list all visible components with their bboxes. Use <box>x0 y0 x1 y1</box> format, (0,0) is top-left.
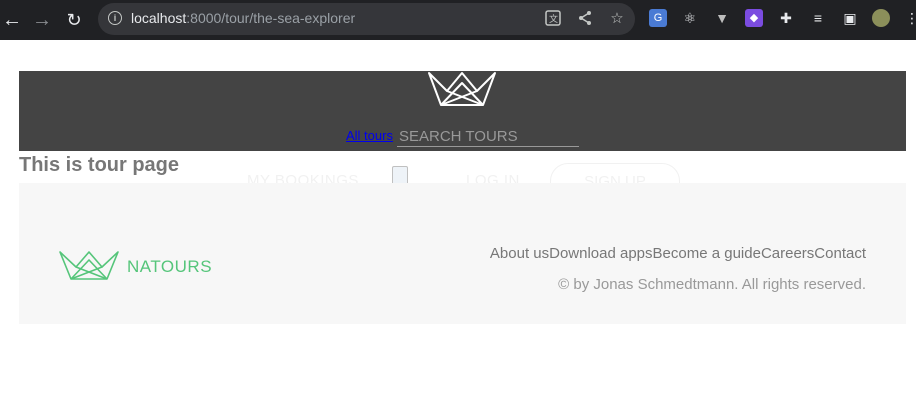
profile-avatar-icon[interactable] <box>872 9 890 27</box>
footer-link-about-us[interactable]: About us <box>490 245 549 262</box>
footer-brand: NATOURS <box>127 257 213 276</box>
copyright-text: © by Jonas Schmedtmann. All rights reser… <box>558 276 866 293</box>
sidebar-icon[interactable]: ▣ <box>841 9 859 27</box>
translate-icon[interactable]: 文 <box>544 10 562 28</box>
reload-icon[interactable]: ↻ <box>62 8 86 32</box>
natours-logo-icon[interactable] <box>427 71 497 107</box>
site-footer: NATOURS About us Download apps Become a … <box>19 183 906 324</box>
footer-nav: About us Download apps Become a guide Ca… <box>490 245 866 262</box>
footer-link-contact[interactable]: Contact <box>814 245 866 262</box>
natours-footer-logo-icon[interactable] <box>59 250 119 281</box>
search-tours-input[interactable] <box>397 126 579 147</box>
footer-link-download-apps[interactable]: Download apps <box>549 245 652 262</box>
browser-toolbar: ← → ↻ i localhost:8000/tour/the-sea-expl… <box>0 0 916 40</box>
share-icon[interactable] <box>576 10 594 28</box>
puzzle-icon[interactable]: ✚ <box>777 9 795 27</box>
site-header: All tours <box>19 71 906 151</box>
star-icon[interactable]: ☆ <box>608 10 626 28</box>
google-translate-icon[interactable]: G <box>649 9 667 27</box>
address-bar[interactable]: i localhost:8000/tour/the-sea-explorer 文… <box>98 3 635 35</box>
back-icon[interactable]: ← <box>0 8 24 32</box>
menu-icon[interactable]: ⋮ <box>905 9 916 27</box>
info-icon[interactable]: i <box>108 11 122 25</box>
all-tours-link[interactable]: All tours <box>346 128 393 143</box>
page-title: This is tour page <box>19 154 180 176</box>
footer-link-careers[interactable]: Careers <box>761 245 814 262</box>
footer-link-become-a-guide[interactable]: Become a guide <box>653 245 761 262</box>
svg-text:文: 文 <box>549 13 558 25</box>
url-text[interactable]: localhost:8000/tour/the-sea-explorer <box>131 10 355 26</box>
media-icon[interactable]: ≡ <box>809 9 827 27</box>
forward-icon[interactable]: → <box>30 8 54 32</box>
react-devtools-icon[interactable]: ⚛ <box>681 9 699 27</box>
vue-devtools-icon[interactable]: ▼ <box>713 9 731 27</box>
extension-icon[interactable]: ◆ <box>745 9 763 27</box>
